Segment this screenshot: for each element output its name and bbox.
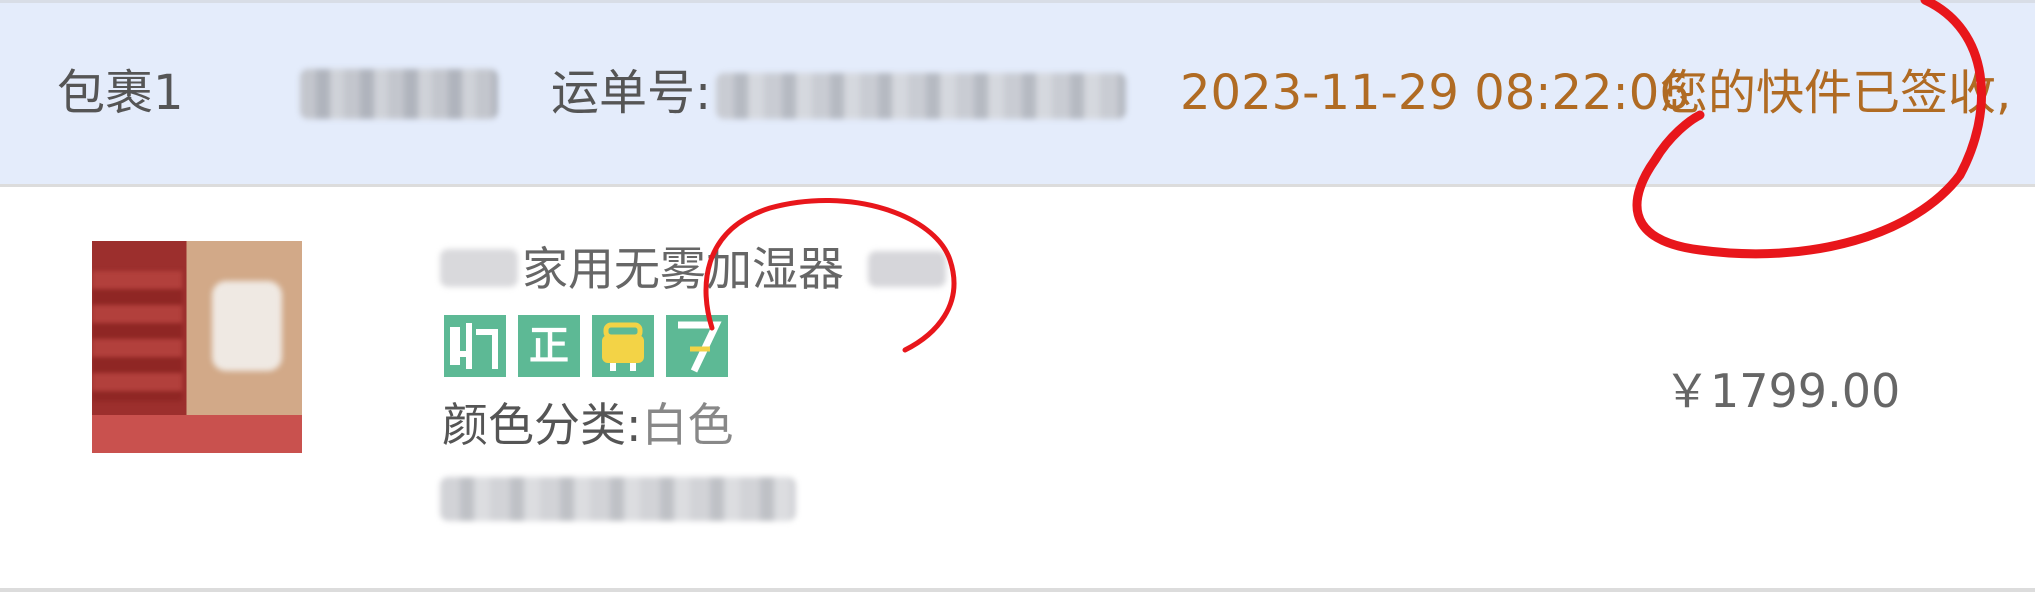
lock-icon: 正 [518, 315, 580, 377]
sku-value: 白色 [641, 398, 734, 452]
product-thumbnail[interactable] [92, 241, 302, 453]
redacted-title-suffix [868, 251, 946, 287]
sku-line: 颜色分类:白色 [442, 397, 734, 453]
redacted-tracking-number[interactable] [716, 73, 1126, 119]
seven-day-icon [666, 315, 728, 377]
redacted-recipient [300, 69, 498, 119]
sku-label: 颜色分类: [442, 398, 642, 452]
package-label: 包裹1 [57, 65, 184, 121]
product-row: 家用无雾加湿器 正 颜色分类:白色 ￥1799.00 [0, 187, 2035, 592]
product-price: ￥1799.00 [1664, 364, 1901, 418]
redacted-title-prefix [440, 249, 518, 287]
sign-time: 2023-11-29 08:22:06 [1180, 65, 1690, 121]
service-badges: 正 [444, 315, 728, 377]
redacted-sku-detail [440, 477, 796, 521]
truck-icon [444, 315, 506, 377]
sign-status[interactable]: 您的快件已签收, [1660, 65, 2011, 121]
package-header: 包裹1 运单号: 2023-11-29 08:22:06 您的快件已签收, [0, 0, 2035, 187]
product-title[interactable]: 家用无雾加湿器 [522, 241, 844, 297]
tracking-number-label: 运单号: [551, 65, 712, 121]
bag-icon [592, 315, 654, 377]
thumbnail-stripes [92, 271, 182, 401]
order-package-view: 包裹1 运单号: 2023-11-29 08:22:06 您的快件已签收, 家用… [0, 0, 2035, 611]
thumbnail-product-shape [212, 281, 282, 371]
